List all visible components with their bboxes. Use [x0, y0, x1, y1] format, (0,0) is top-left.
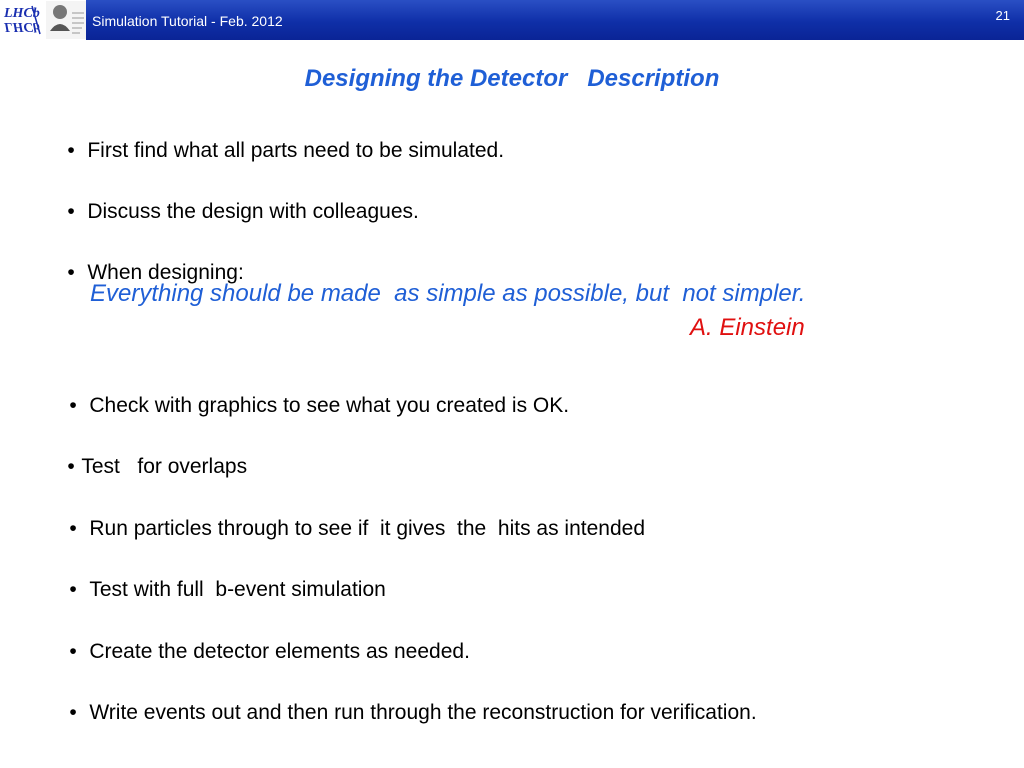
bullet-text: Run particles through to see if it gives… [89, 517, 645, 540]
slide: LHCb LHCb Simulation Tutorial - Feb. 201… [0, 0, 1024, 768]
header-bar: LHCb LHCb Simulation Tutorial - Feb. 201… [0, 0, 1024, 40]
portrait-icon [46, 1, 86, 39]
bullet-text: Write events out and then run through th… [89, 701, 757, 724]
bullet-text: Test for overlaps [81, 455, 248, 478]
bullet-text: Test with full b-event simulation [89, 578, 386, 601]
header-title: Simulation Tutorial - Feb. 2012 [92, 13, 283, 29]
bullet-text: Discuss the design with colleagues. [87, 200, 419, 223]
bullet-dot: • [67, 200, 75, 223]
bullet-dot: • [67, 455, 75, 478]
page-number: 21 [995, 8, 1010, 23]
bullet-dot: • [69, 517, 77, 540]
bullet-text: Check with graphics to see what you crea… [89, 394, 570, 417]
bullet-text: Create the detector elements as needed. [89, 640, 470, 663]
bullet-dot: • [69, 640, 77, 663]
bullet-dot: • [67, 261, 75, 284]
bullet-item: • Write events out and then run through t… [46, 674, 757, 752]
einstein-quote: Everything should be made as simple as p… [90, 280, 806, 307]
bullet-dot: • [67, 139, 75, 162]
bullet-dot: • [69, 701, 77, 724]
quote-author: A. Einstein [690, 314, 805, 341]
svg-text:LHCb: LHCb [3, 19, 40, 34]
lhcb-logo-icon: LHCb LHCb [2, 2, 50, 38]
slide-title: Designing the Detector Description [304, 65, 720, 92]
bullet-text: First find what all parts need to be sim… [87, 139, 505, 162]
bullet-dot: • [69, 394, 77, 417]
bullet-dot: • [69, 578, 77, 601]
logo-area: LHCb LHCb [0, 0, 86, 40]
